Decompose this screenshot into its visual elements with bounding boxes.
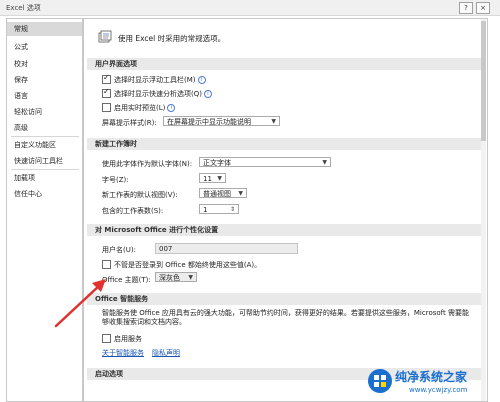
default-view-value: 普通视图 xyxy=(203,190,231,198)
info-icon: i xyxy=(197,76,206,84)
smart-services-description: 智能服务使 Office 应用具有云的强大功能，可帮助节约时间，获得更好的结果。… xyxy=(102,309,469,326)
watermark-url: www.ycwjzy.com xyxy=(409,386,468,394)
options-main-panel: 使用 Excel 时采用的常规选项。 用户界面选项 选择时显示浮动工具栏(M)i… xyxy=(83,18,488,402)
info-icon: i xyxy=(203,90,212,98)
scrollbar-thumb[interactable] xyxy=(481,21,486,141)
watermark-logo-icon xyxy=(368,369,392,393)
close-button[interactable]: × xyxy=(476,2,490,14)
general-settings-icon xyxy=(98,30,112,43)
username-input[interactable]: 007 xyxy=(155,243,298,254)
enable-services-checkbox[interactable] xyxy=(102,334,111,343)
section-header-new-workbook: 新建工作簿时 xyxy=(87,138,482,150)
chevron-down-icon: ▼ xyxy=(271,118,276,125)
office-theme-value: 深灰色 xyxy=(159,274,180,282)
section-header-personalize: 对 Microsoft Office 进行个性化设置 xyxy=(87,224,482,236)
sidebar-divider xyxy=(11,136,79,137)
help-button[interactable]: ? xyxy=(459,2,473,14)
live-preview-label: 启用实时预览(L) i xyxy=(114,103,176,113)
sheet-count-label: 包含的工作表数(S): xyxy=(102,207,164,215)
sidebar-divider xyxy=(11,169,79,170)
site-watermark: 纯净系统之家 www.ycwjzy.com xyxy=(365,362,500,402)
sidebar-item-add-ins[interactable]: 加载项 xyxy=(7,171,82,185)
page-intro: 使用 Excel 时采用的常规选项。 xyxy=(118,34,226,43)
mini-toolbar-checkbox[interactable] xyxy=(102,73,111,84)
default-font-label: 使用此字体作为默认字体(N): xyxy=(102,160,193,168)
info-icon: i xyxy=(167,104,176,112)
live-preview-checkbox[interactable] xyxy=(102,103,111,112)
sheet-count-value: 1 xyxy=(203,206,208,214)
screentip-style-label: 屏幕提示样式(R): xyxy=(102,119,157,127)
sheet-count-stepper[interactable]: 1 ⇕ xyxy=(199,204,239,214)
sidebar-item-language[interactable]: 语言 xyxy=(7,89,82,103)
options-sidebar: 常规 公式 校对 保存 语言 轻松访问 高级 自定义功能区 快速访问工具栏 加载… xyxy=(6,18,83,402)
stepper-icon: ⇕ xyxy=(229,206,235,213)
section-header-ui-options: 用户界面选项 xyxy=(87,58,482,70)
sidebar-item-accessibility[interactable]: 轻松访问 xyxy=(7,105,82,119)
default-font-dropdown[interactable]: 正文字体 ▼ xyxy=(199,157,331,167)
screentip-style-dropdown[interactable]: 在屏幕提示中显示功能说明 ▼ xyxy=(163,116,280,126)
office-theme-label: Office 主题(T): xyxy=(102,276,151,284)
chevron-down-icon: ▼ xyxy=(238,190,243,197)
title-bar: Excel 选项 ? × xyxy=(0,0,500,16)
watermark-text: 纯净系统之家 xyxy=(395,370,468,384)
quick-analysis-checkbox[interactable] xyxy=(102,87,111,98)
default-font-value: 正文字体 xyxy=(203,159,231,167)
sidebar-item-save[interactable]: 保存 xyxy=(7,73,82,87)
sidebar-item-advanced[interactable]: 高级 xyxy=(7,121,82,135)
screentip-style-value: 在屏幕提示中显示功能说明 xyxy=(167,118,251,126)
always-use-values-label: 不管是否登录到 Office 都始终使用这些值(A)。 xyxy=(114,261,262,269)
about-smart-services-link[interactable]: 关于智能服务 xyxy=(102,348,144,358)
always-use-values-checkbox[interactable] xyxy=(102,260,111,269)
default-view-label: 新工作表的默认视图(V): xyxy=(102,191,178,199)
vertical-scrollbar[interactable] xyxy=(481,19,486,401)
username-label: 用户名(U): xyxy=(102,246,136,254)
mini-toolbar-label: 选择时显示浮动工具栏(M) i xyxy=(114,75,206,85)
sidebar-item-proofing[interactable]: 校对 xyxy=(7,57,82,71)
sidebar-item-general[interactable]: 常规 xyxy=(7,22,82,36)
sidebar-item-formulas[interactable]: 公式 xyxy=(7,40,82,54)
font-size-dropdown[interactable]: 11 ▼ xyxy=(199,173,226,183)
quick-analysis-label: 选择时显示快速分析选项(Q) i xyxy=(114,89,212,99)
default-view-dropdown[interactable]: 普通视图 ▼ xyxy=(199,188,247,198)
office-theme-dropdown[interactable]: 深灰色 ▼ xyxy=(155,272,197,282)
font-size-value: 11 xyxy=(203,175,212,183)
privacy-statement-link[interactable]: 隐私声明 xyxy=(152,348,180,358)
section-header-smart-services: Office 智能服务 xyxy=(87,293,482,305)
font-size-label: 字号(Z): xyxy=(102,176,129,184)
chevron-down-icon: ▼ xyxy=(188,274,193,281)
sidebar-item-quick-access[interactable]: 快速访问工具栏 xyxy=(7,154,82,168)
chevron-down-icon: ▼ xyxy=(322,159,327,166)
chevron-down-icon: ▼ xyxy=(217,175,222,182)
enable-services-label: 启用服务 xyxy=(114,335,142,343)
sidebar-item-customize-ribbon[interactable]: 自定义功能区 xyxy=(7,138,82,152)
sidebar-item-trust-center[interactable]: 信任中心 xyxy=(7,187,82,201)
window-title: Excel 选项 xyxy=(6,4,41,12)
